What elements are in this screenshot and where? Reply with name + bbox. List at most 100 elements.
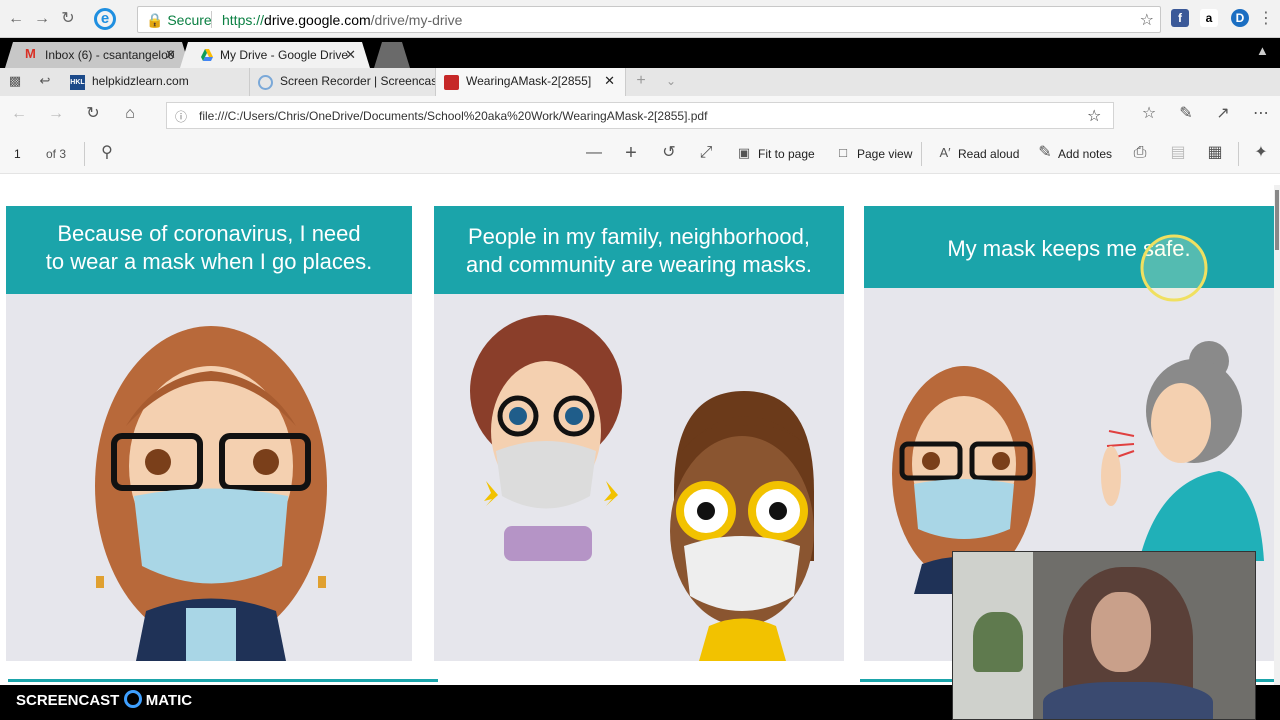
save-icon[interactable]: ▤ bbox=[1167, 143, 1189, 165]
back-icon[interactable]: ← bbox=[8, 104, 30, 126]
reload-icon[interactable]: ↻ bbox=[58, 9, 78, 29]
read-aloud-button[interactable]: Read aloud bbox=[958, 147, 1019, 161]
add-notes-icon: ✎ bbox=[1038, 144, 1052, 161]
edge-tab-helpkidzlearn[interactable]: HKL helpkidzlearn.com bbox=[62, 68, 250, 96]
save-as-icon[interactable]: ▦ bbox=[1204, 143, 1226, 165]
woman-coughing-illustration bbox=[1101, 341, 1264, 561]
chrome-menu-icon[interactable]: ⋮ bbox=[1256, 9, 1276, 29]
chrome-tab-drive[interactable]: My Drive - Google Drive ✕ bbox=[180, 42, 370, 68]
forward-icon[interactable]: → bbox=[45, 104, 67, 126]
plant-shape bbox=[973, 612, 1023, 672]
amazon-extension-icon[interactable]: a bbox=[1200, 9, 1218, 27]
zoom-in-icon[interactable]: + bbox=[620, 143, 642, 165]
person-shirt-shape bbox=[1043, 682, 1213, 719]
caption-line: to wear a mask when I go places. bbox=[45, 249, 373, 274]
close-icon[interactable]: ✕ bbox=[345, 47, 356, 63]
edge-tab-label: WearingAMask-2[2855] bbox=[466, 74, 592, 88]
toolbar-divider bbox=[1238, 142, 1239, 166]
edge-tab-strip: ▩ ↩ HKL helpkidzlearn.com Screen Recorde… bbox=[0, 68, 1280, 96]
grandmother-with-mask-illustration bbox=[470, 315, 622, 561]
pin-toolbar-icon[interactable]: ✦ bbox=[1250, 143, 1272, 165]
edge-address-row: ← → ↻ ⌂ ⓘ file:///C:/Users/Chris/OneDriv… bbox=[0, 96, 1280, 134]
toolbar-divider bbox=[84, 142, 85, 166]
webcam-overlay bbox=[952, 551, 1256, 720]
caption-line: People in my family, neighborhood, bbox=[467, 224, 810, 249]
chrome-omnibox[interactable]: 🔒 Secure https://drive.google.com/drive/… bbox=[137, 6, 1161, 33]
gmail-icon: M bbox=[25, 46, 36, 61]
add-notes-button[interactable]: Add notes bbox=[1058, 147, 1112, 161]
home-icon[interactable]: ⌂ bbox=[119, 104, 141, 126]
chevron-up-icon[interactable]: ▲ bbox=[1256, 43, 1269, 58]
facebook-extension-icon[interactable]: f bbox=[1171, 9, 1189, 27]
recorded-with-label: RECORDED WITH bbox=[14, 664, 100, 675]
screencast-icon bbox=[258, 75, 273, 90]
zoom-out-icon[interactable]: — bbox=[583, 143, 605, 165]
hkl-icon: HKL bbox=[70, 75, 85, 90]
page-count: of 3 bbox=[46, 147, 67, 161]
new-tab-plus-icon[interactable]: + bbox=[630, 71, 652, 93]
tab-preview-icon[interactable]: ▩ bbox=[4, 71, 26, 93]
page-view-button[interactable]: Page view bbox=[857, 147, 912, 161]
read-aloud-icon: A′ bbox=[939, 145, 951, 160]
edge-tab-screencast[interactable]: Screen Recorder | Screencas bbox=[250, 68, 436, 96]
rotate-icon[interactable]: ↺ bbox=[658, 143, 680, 165]
boy-with-mask-illustration bbox=[670, 391, 814, 661]
toolbar-divider bbox=[921, 142, 922, 166]
chrome-tab-label: Inbox (6) - csantangelo0 bbox=[45, 48, 175, 62]
vertical-scrollbar[interactable] bbox=[1274, 185, 1280, 685]
ie-tab-icon[interactable]: e bbox=[94, 8, 116, 30]
edge-tab-pdf[interactable]: WearingAMask-2[2855] ✕ bbox=[436, 68, 626, 96]
chrome-tab-label: My Drive - Google Drive bbox=[220, 48, 349, 62]
close-icon[interactable]: ✕ bbox=[604, 73, 615, 89]
cursor-highlight-ring bbox=[1140, 234, 1208, 302]
fit-to-page-icon: ▣ bbox=[737, 145, 751, 160]
omnibox-divider bbox=[211, 11, 212, 28]
bookmark-star-icon[interactable]: ☆ bbox=[1140, 10, 1154, 30]
close-icon[interactable]: ✕ bbox=[165, 47, 176, 63]
set-aside-tabs-icon[interactable]: ↩ bbox=[34, 71, 56, 93]
secure-label: 🔒 Secure bbox=[146, 12, 212, 28]
girl-with-mask-illustration bbox=[95, 326, 327, 661]
google-drive-icon bbox=[200, 48, 214, 62]
pdf-icon bbox=[444, 75, 459, 90]
panel-caption: Because of coronavirus, I need to wear a… bbox=[6, 206, 412, 294]
caption-line: and community are wearing masks. bbox=[465, 252, 813, 277]
brand-name: SCREENCAST bbox=[16, 692, 120, 709]
chrome-address-bar: ← → ↻ e 🔒 Secure https://drive.google.co… bbox=[0, 0, 1280, 38]
fit-to-page-button[interactable]: Fit to page bbox=[758, 147, 815, 161]
search-icon[interactable]: ⚲ bbox=[96, 143, 118, 165]
new-tab-button[interactable] bbox=[374, 42, 410, 68]
back-icon[interactable]: ← bbox=[6, 9, 26, 29]
brand-suffix: MATIC bbox=[145, 692, 193, 709]
chevron-down-icon[interactable]: ⌄ bbox=[660, 71, 682, 93]
forward-icon[interactable]: → bbox=[32, 9, 52, 29]
info-icon: ⓘ bbox=[175, 110, 188, 124]
screencast-logo: SCREENCAST MATIC bbox=[16, 690, 192, 709]
edge-tab-label: helpkidzlearn.com bbox=[92, 74, 189, 88]
caption-line: Because of coronavirus, I need bbox=[57, 221, 361, 246]
scrollbar-thumb[interactable] bbox=[1275, 190, 1279, 250]
pdf-panel-2: People in my family, neighborhood, and c… bbox=[434, 206, 844, 661]
more-icon[interactable]: ⋯ bbox=[1250, 104, 1272, 126]
favorite-star-icon[interactable]: ☆ bbox=[1087, 106, 1101, 126]
next-page-edge bbox=[8, 679, 438, 682]
fullscreen-icon[interactable]: ⤢ bbox=[695, 143, 717, 165]
pdf-toolbar: 1 of 3 ⚲ — + ↺ ⤢ ▣ Fit to page □ Page vi… bbox=[0, 134, 1280, 174]
chrome-tab-strip: M Inbox (6) - csantangelo0 ✕ My Drive - … bbox=[0, 38, 1280, 68]
profile-extension-icon[interactable]: D bbox=[1231, 9, 1249, 27]
web-note-icon[interactable]: ✎ bbox=[1175, 104, 1197, 126]
share-icon[interactable]: ↗ bbox=[1212, 104, 1234, 126]
edge-address-field[interactable]: ⓘ file:///C:/Users/Chris/OneDrive/Docume… bbox=[166, 102, 1114, 129]
chrome-tab-inbox[interactable]: M Inbox (6) - csantangelo0 ✕ bbox=[5, 42, 190, 68]
page-number-input[interactable]: 1 bbox=[14, 147, 21, 161]
panel-caption: People in my family, neighborhood, and c… bbox=[434, 206, 844, 294]
favorites-hub-icon[interactable]: ☆ bbox=[1138, 104, 1160, 126]
person-face-shape bbox=[1091, 592, 1151, 672]
record-icon bbox=[123, 690, 142, 708]
pdf-panel-1: Because of coronavirus, I need to wear a… bbox=[6, 206, 412, 661]
page-view-icon: □ bbox=[839, 145, 847, 160]
address-text: file:///C:/Users/Chris/OneDrive/Document… bbox=[199, 109, 708, 123]
chrome-url[interactable]: https://drive.google.com/drive/my-drive bbox=[222, 12, 462, 28]
refresh-icon[interactable]: ↻ bbox=[82, 104, 104, 126]
print-icon[interactable]: ⎙ bbox=[1129, 143, 1151, 165]
